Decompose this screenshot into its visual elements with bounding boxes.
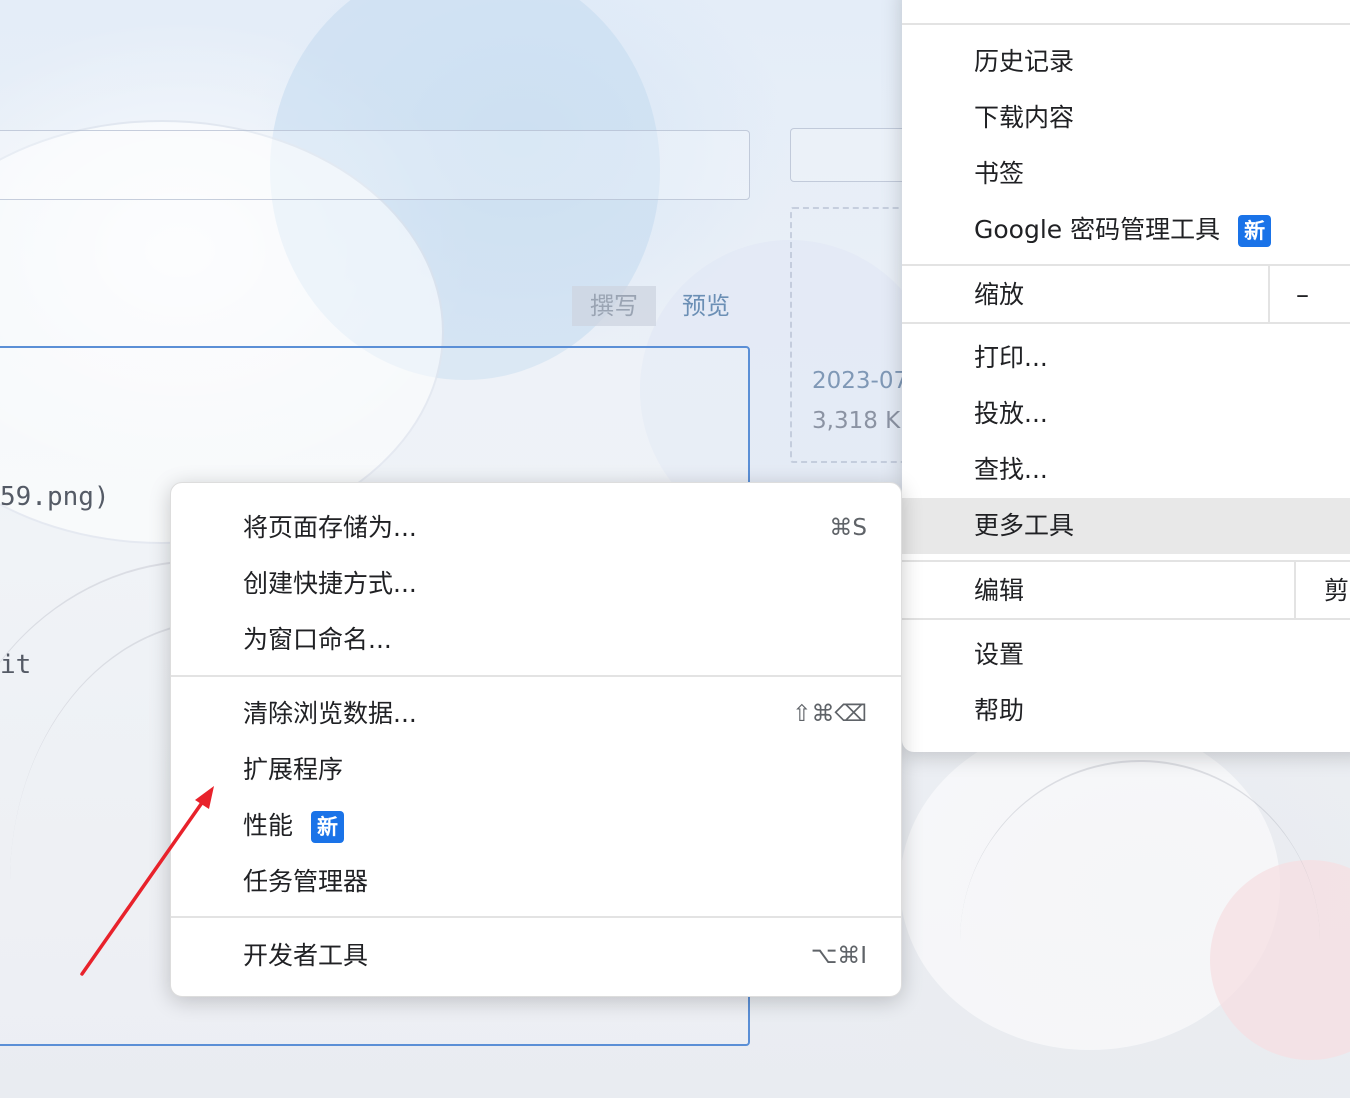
annotation-arrow-icon <box>80 786 214 976</box>
